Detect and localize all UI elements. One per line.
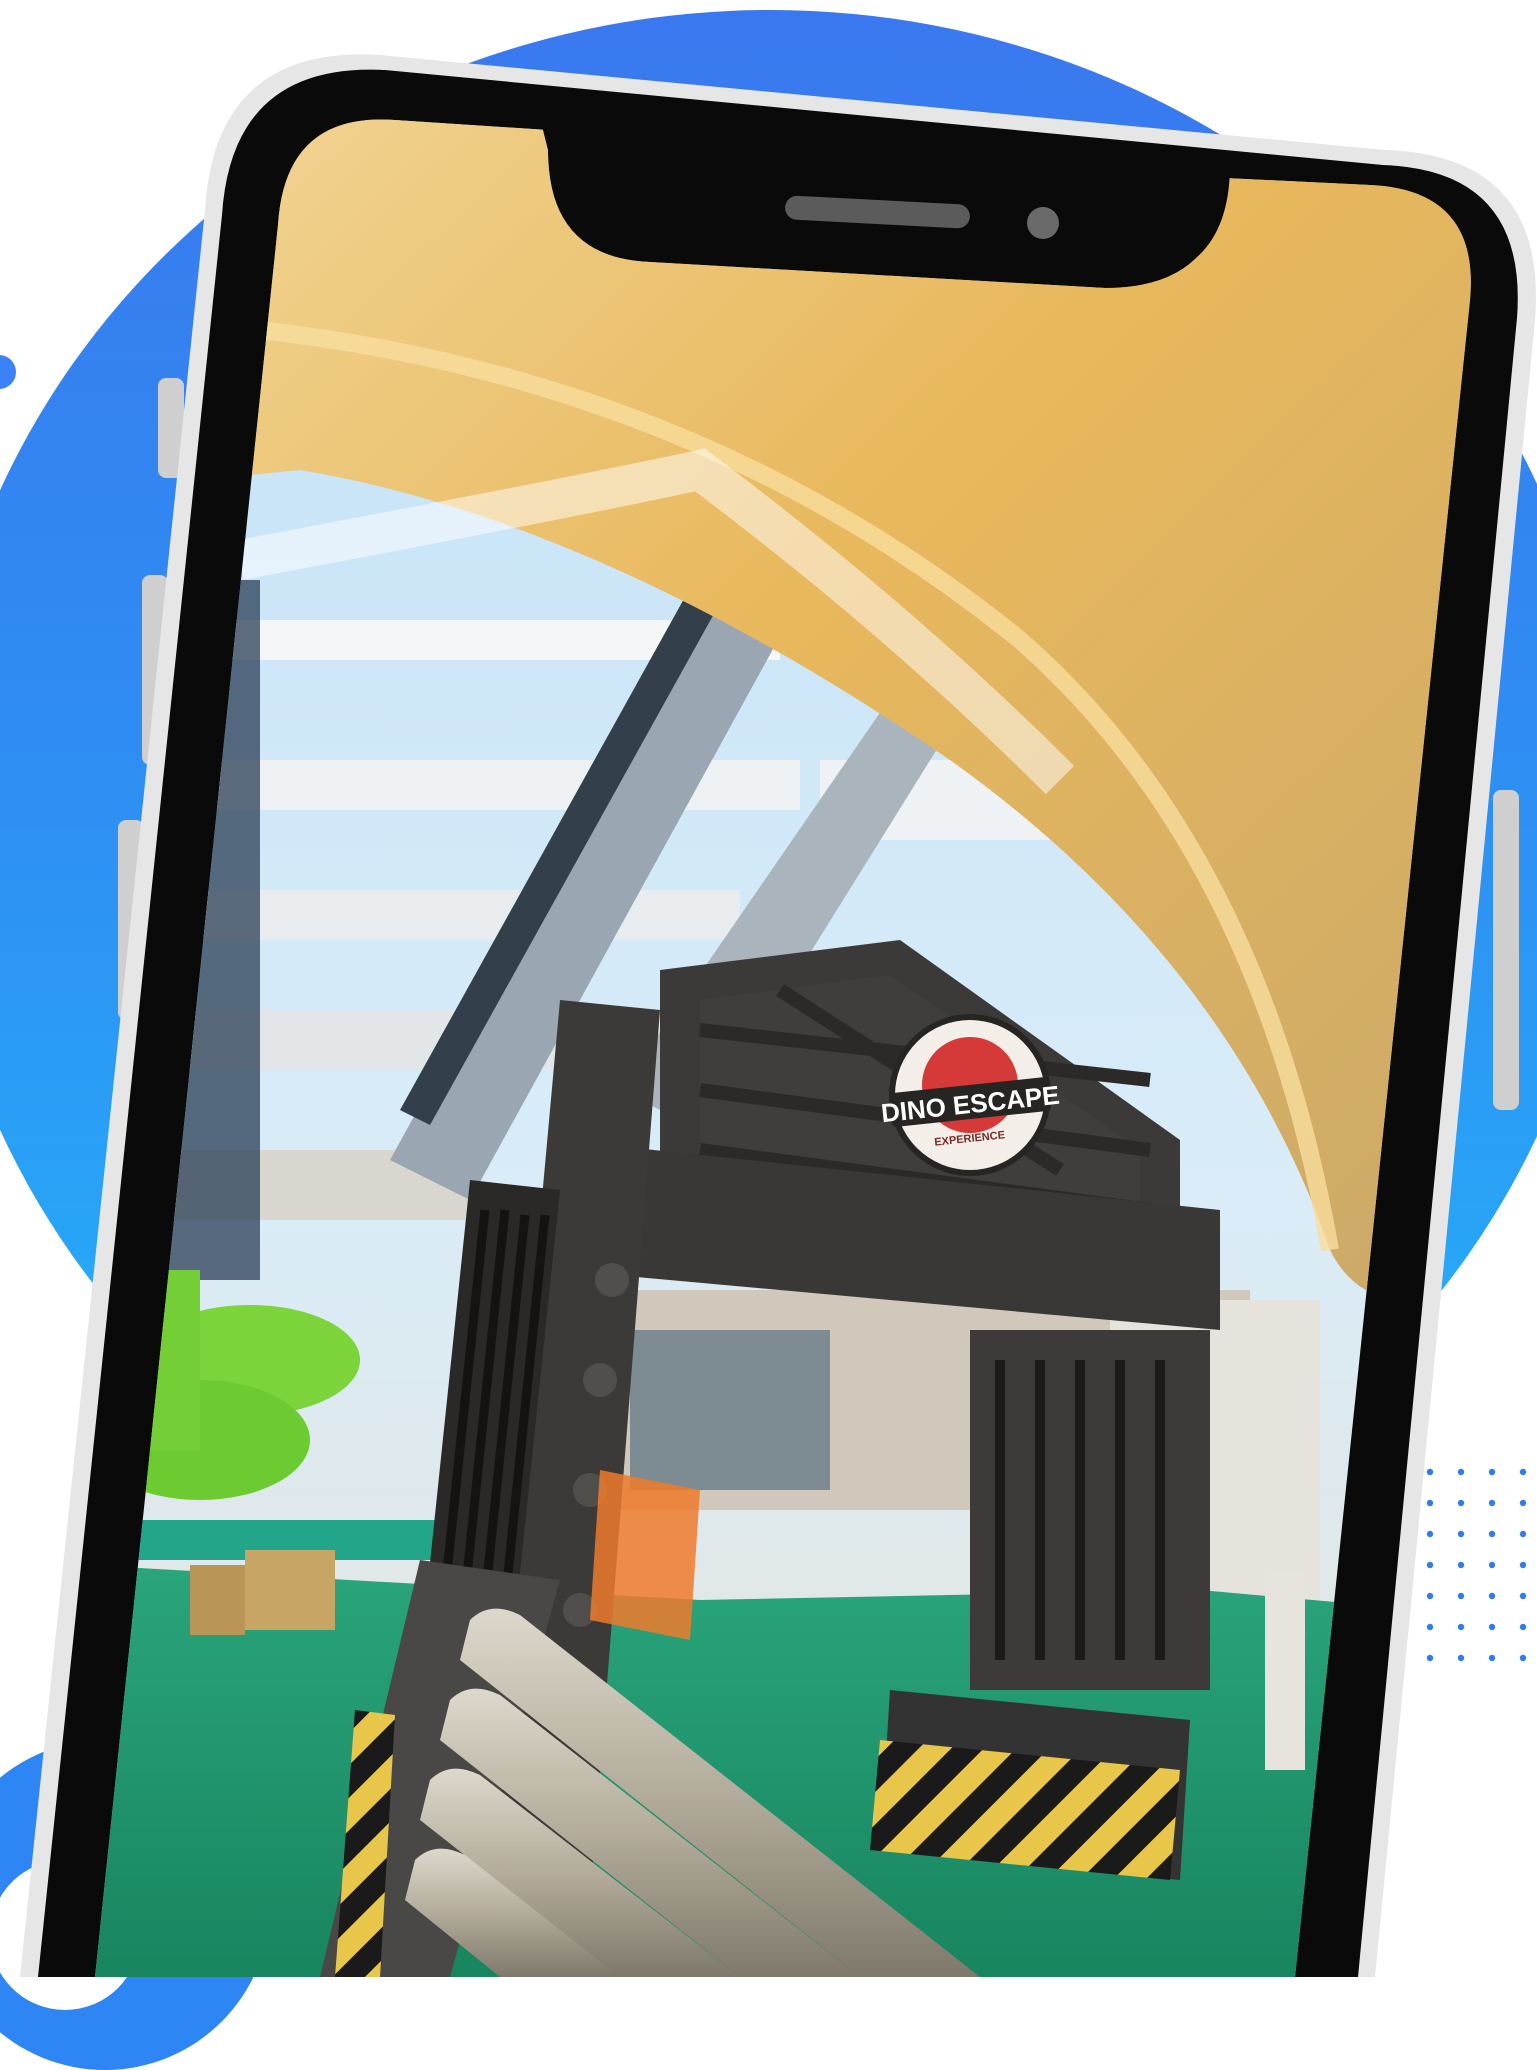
crate	[245, 1550, 335, 1630]
notch-camera-icon	[1027, 207, 1059, 239]
net-post	[1265, 1570, 1305, 1770]
orange-fence	[590, 1470, 700, 1640]
crate	[190, 1565, 245, 1635]
smartphone-mockup: DINO ESCAPE EXPERIENCE	[20, 54, 1536, 1977]
phone-power-button	[1493, 790, 1519, 1110]
